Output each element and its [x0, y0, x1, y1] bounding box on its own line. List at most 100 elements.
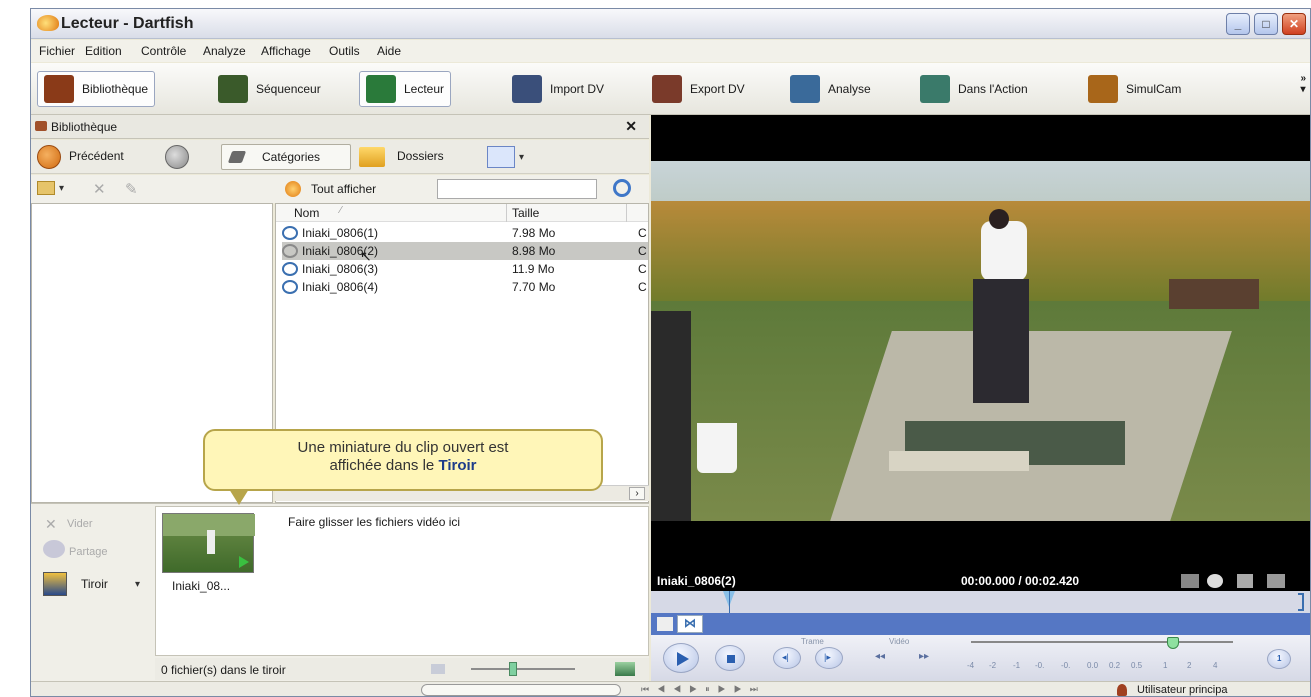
- zoom-timeline-icon[interactable]: [657, 617, 673, 631]
- settings-icon[interactable]: [1207, 574, 1223, 588]
- simulcam-button[interactable]: SimulCam: [1081, 71, 1188, 107]
- menu-analyze[interactable]: Analyze: [203, 44, 246, 58]
- next-frame-button[interactable]: |▸: [815, 647, 843, 669]
- analyse-button[interactable]: Analyse: [783, 71, 878, 107]
- column-size[interactable]: Taille: [512, 206, 539, 220]
- slider-thumb[interactable]: [509, 662, 517, 676]
- menu-affichage[interactable]: Affichage: [261, 44, 311, 58]
- play-overlay-icon: [239, 556, 249, 568]
- thumbnail-size-slider[interactable]: [471, 668, 575, 670]
- view-mode-dropdown-icon[interactable]: ▾: [519, 152, 524, 163]
- timeline-scrubber[interactable]: [651, 591, 1310, 613]
- minimize-button[interactable]: _: [1226, 13, 1250, 35]
- scroll-right-icon[interactable]: ›: [629, 487, 645, 500]
- clear-button[interactable]: Vider: [67, 518, 92, 530]
- show-all-button[interactable]: Tout afficher: [311, 182, 376, 196]
- video-file-icon: [282, 226, 298, 240]
- transport-mini-controls[interactable]: ⏮◀◀▶⏸▶▶⏭: [641, 684, 901, 696]
- export-dv-button[interactable]: Export DV: [645, 71, 752, 107]
- title-bar: Lecteur - Dartfish _ □ ✕: [31, 9, 1310, 39]
- speed-reset-button[interactable]: 1: [1267, 649, 1291, 669]
- tab-categories[interactable]: Catégories: [221, 144, 351, 170]
- drawer-dropdown-icon[interactable]: ▾: [135, 579, 140, 590]
- back-button[interactable]: Précédent: [69, 149, 124, 163]
- clip-name: Iniaki_0806(2): [657, 574, 736, 588]
- video-frame[interactable]: [651, 161, 1310, 521]
- marker-track[interactable]: ⋈: [651, 613, 1310, 635]
- tab-folders[interactable]: Dossiers: [397, 149, 444, 163]
- lecteur-button[interactable]: Lecteur: [359, 71, 452, 107]
- delete-icon[interactable]: ✕: [93, 180, 106, 198]
- prev-clip-icon[interactable]: ◂◂: [875, 651, 885, 662]
- out-marker-icon[interactable]: [1298, 593, 1304, 611]
- speed-slider[interactable]: [971, 641, 1233, 643]
- file-row[interactable]: Iniaki_0806(1) 7.98 Mo C: [282, 224, 648, 242]
- play-button[interactable]: [663, 643, 699, 673]
- main-toolbar: Bibliothèque Séquenceur Lecteur Import D…: [31, 63, 1310, 115]
- drawer-panel: ✕ Vider Partage Tiroir ▾ Faire glisser l…: [31, 503, 649, 681]
- previous-frame-button[interactable]: ◂|: [773, 647, 801, 669]
- drawer-status: 0 fichier(s) dans le tiroir: [161, 663, 286, 677]
- fit-timeline-icon[interactable]: ⋈: [677, 615, 703, 633]
- status-scroll-slider[interactable]: [421, 684, 621, 696]
- step-back-icon: ◂|: [782, 652, 789, 662]
- view-mode-icon[interactable]: [487, 146, 515, 168]
- new-category-dropdown-icon[interactable]: ▾: [59, 183, 64, 194]
- search-icon[interactable]: [613, 179, 631, 197]
- simulcam-icon: [1088, 75, 1118, 103]
- menu-outils[interactable]: Outils: [329, 44, 360, 58]
- bibliotheque-button[interactable]: Bibliothèque: [37, 71, 156, 107]
- menu-fichier[interactable]: Fichier: [39, 44, 75, 58]
- zoom-out-icon[interactable]: [431, 664, 445, 674]
- forward-arrow-icon[interactable]: [165, 145, 189, 169]
- player-icon: [366, 75, 396, 103]
- video-file-icon: [282, 280, 298, 294]
- mouse-cursor-icon: ↖: [360, 248, 372, 264]
- drop-hint: Faire glisser les fichiers vidéo ici: [288, 515, 461, 529]
- edit-pencil-icon[interactable]: ✎: [125, 180, 138, 198]
- speed-slider-thumb[interactable]: [1167, 637, 1179, 649]
- close-button[interactable]: ✕: [1282, 13, 1306, 35]
- zoom-in-icon[interactable]: [615, 662, 635, 676]
- menu-aide[interactable]: Aide: [377, 44, 401, 58]
- playback-controls: Trame ◂| |▸ Vidéo ◂◂ ▸▸ -4 -2 -1 -0. -0.…: [651, 635, 1310, 681]
- drawer-status-bar: 0 fichier(s) dans le tiroir: [155, 658, 649, 680]
- fullscreen-icon[interactable]: [1267, 574, 1285, 588]
- drawer-content[interactable]: Faire glisser les fichiers vidéo ici Ini…: [155, 506, 649, 656]
- folder-icon: [359, 147, 385, 167]
- clip-info-bar: Iniaki_0806(2) 00:00.000 / 00:02.420: [651, 571, 1310, 591]
- briefcase-icon: [35, 121, 47, 131]
- stop-button[interactable]: [715, 645, 745, 671]
- share-button[interactable]: Partage: [69, 546, 108, 558]
- briefcase-icon: [44, 75, 74, 103]
- file-row[interactable]: Iniaki_0806(3) 11.9 Mo C: [282, 260, 648, 278]
- camera-icon[interactable]: [1181, 574, 1199, 588]
- sort-icon: ⁄: [340, 205, 342, 216]
- menu-bar: Fichier Edition Contrôle Analyze Afficha…: [31, 40, 1310, 62]
- user-status: Utilisateur principa: [1137, 684, 1228, 696]
- new-category-icon[interactable]: [37, 181, 55, 195]
- volume-icon[interactable]: [1237, 574, 1253, 588]
- callout-tooltip: Une miniature du clip ouvert est affiché…: [203, 429, 603, 505]
- column-name[interactable]: Nom: [294, 206, 319, 220]
- clip-thumbnail[interactable]: [162, 513, 255, 573]
- video-file-icon: [282, 262, 298, 276]
- search-input[interactable]: [437, 179, 597, 199]
- back-arrow-icon[interactable]: [37, 145, 61, 169]
- dans-laction-button[interactable]: Dans l'Action: [913, 71, 1035, 107]
- file-row[interactable]: Iniaki_0806(4) 7.70 Mo C: [282, 278, 648, 296]
- menu-controle[interactable]: Contrôle: [141, 44, 186, 58]
- drawer-dropdown[interactable]: Tiroir: [81, 577, 108, 591]
- library-nav-bar: Précédent Catégories Dossiers ▾: [31, 140, 649, 174]
- next-clip-icon[interactable]: ▸▸: [919, 651, 929, 662]
- import-dv-button[interactable]: Import DV: [505, 71, 611, 107]
- file-list-header: Nom ⁄ Taille: [276, 204, 648, 222]
- close-panel-icon[interactable]: ✕: [625, 118, 637, 135]
- share-icon: [43, 540, 65, 558]
- menu-edition[interactable]: Edition: [85, 44, 122, 58]
- maximize-button[interactable]: □: [1254, 13, 1278, 35]
- toolbar-overflow-icon[interactable]: » ▾: [1300, 73, 1306, 95]
- video-label: Vidéo: [889, 637, 910, 646]
- sequenceur-button[interactable]: Séquenceur: [211, 71, 328, 107]
- file-row-selected[interactable]: Iniaki_0806(2) 8.98 Mo C: [282, 242, 648, 260]
